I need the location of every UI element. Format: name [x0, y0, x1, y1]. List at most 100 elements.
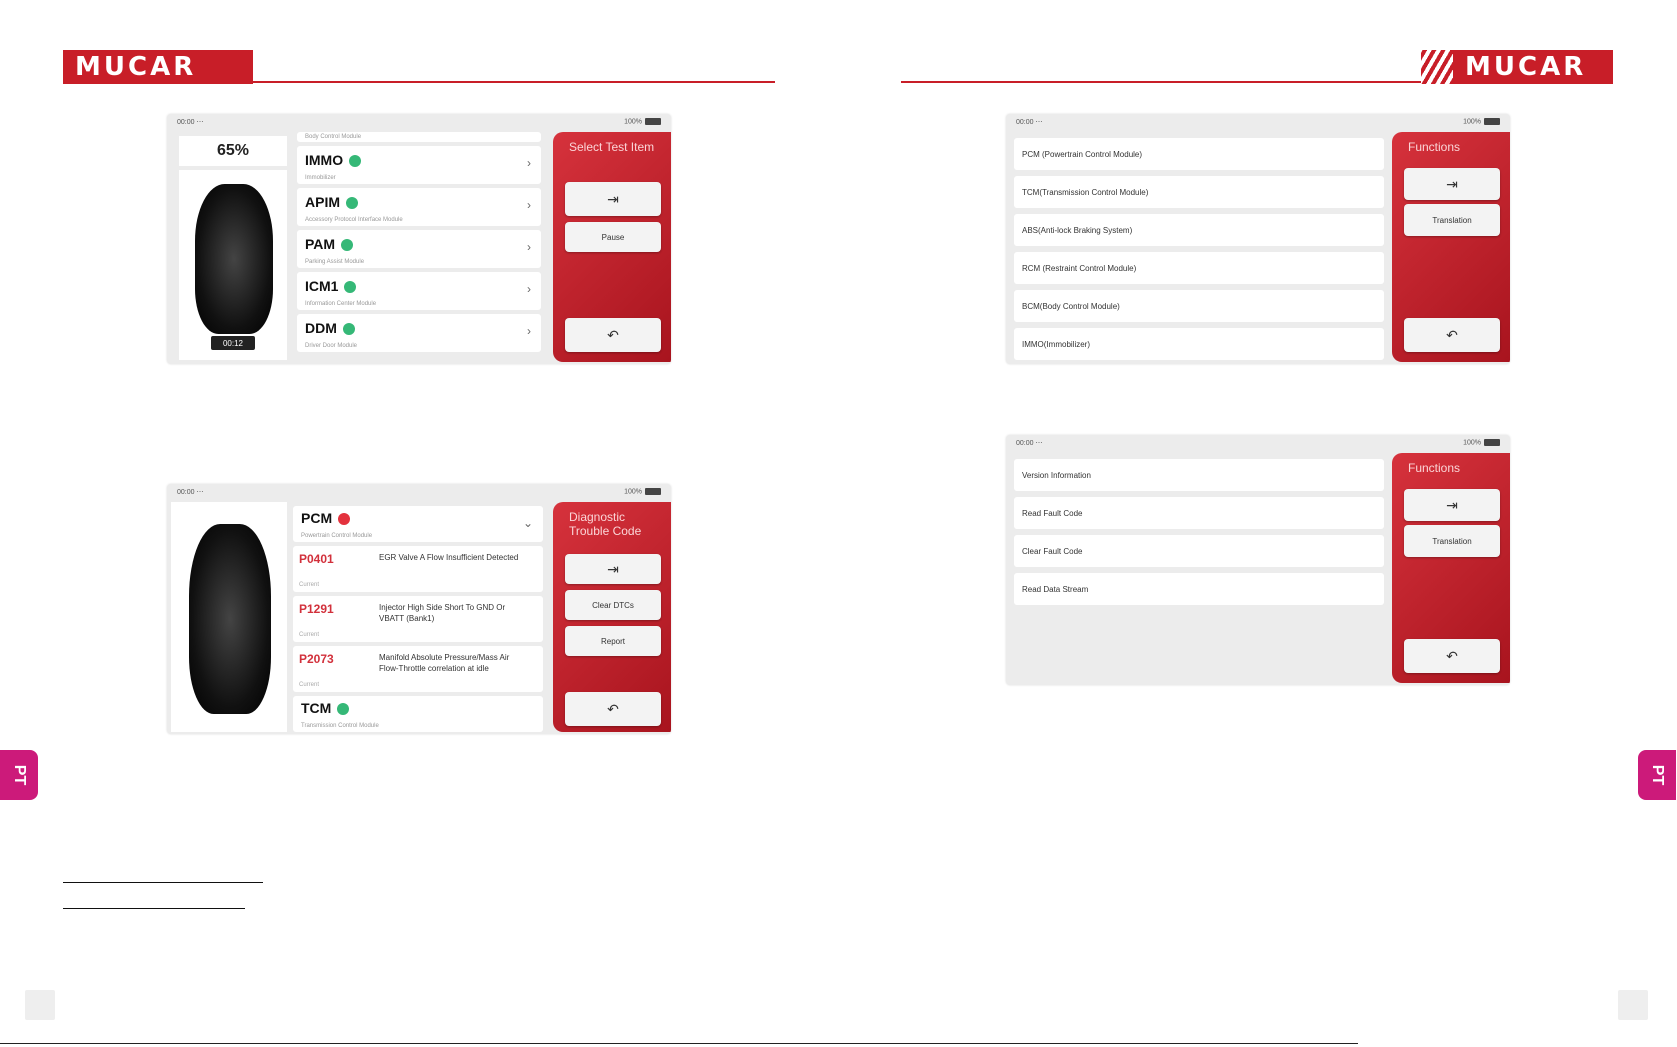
exit-button[interactable]: ⇥ — [1404, 489, 1500, 521]
dtc-description: Manifold Absolute Pressure/Mass Air Flow… — [379, 653, 510, 673]
underline-rule — [63, 908, 245, 909]
dtc-status: Current — [299, 682, 320, 688]
exit-button[interactable]: ⇥ — [565, 182, 661, 216]
dtc-row[interactable]: P0401 Current EGR Valve A Flow Insuffici… — [293, 546, 543, 592]
pause-button[interactable]: Pause — [565, 222, 661, 252]
module-row[interactable]: ICM1 Information Center Module › — [297, 272, 541, 310]
error-status-icon — [338, 513, 351, 526]
exit-button[interactable]: ⇥ — [565, 554, 661, 584]
exit-icon: ⇥ — [607, 560, 619, 577]
list-item-label: RCM (Restraint Control Module) — [1022, 263, 1137, 273]
clear-dtcs-button[interactable]: Clear DTCs — [565, 590, 661, 620]
header: MUCAR — [901, 50, 1613, 84]
list-item[interactable]: ABS(Anti-lock Braking System) — [1014, 214, 1384, 246]
back-button[interactable]: ↶ — [565, 318, 661, 352]
dtc-status: Current — [299, 582, 320, 588]
list-item-label: ABS(Anti-lock Braking System) — [1022, 225, 1133, 235]
module-name: TCM — [301, 700, 350, 716]
action-panel: Diagnostic Trouble Code ⇥ Clear DTCs Rep… — [553, 502, 671, 732]
module-name: APIM — [305, 194, 358, 210]
list-item[interactable]: Read Data Stream — [1014, 573, 1384, 605]
bottom-rule — [838, 1043, 1358, 1044]
module-name: IMMO — [305, 152, 362, 168]
battery-indicator: 100% — [1463, 439, 1500, 446]
module-row[interactable]: APIM Accessory Protocol Interface Module… — [297, 188, 541, 226]
ok-status-icon — [349, 155, 362, 168]
module-sub: Accessory Protocol Interface Module — [305, 217, 403, 223]
battery-icon — [645, 118, 661, 125]
language-tab: PT — [0, 750, 38, 800]
back-icon: ↶ — [607, 700, 619, 717]
dtc-description: EGR Valve A Flow Insufficient Detected — [379, 553, 519, 562]
back-button[interactable]: ↶ — [1404, 639, 1500, 673]
chevron-down-icon: ⌄ — [522, 516, 533, 530]
translation-button[interactable]: Translation — [1404, 525, 1500, 557]
report-button[interactable]: Report — [565, 626, 661, 656]
chevron-right-icon: › — [527, 324, 531, 338]
back-button[interactable]: ↶ — [1404, 318, 1500, 352]
status-bar: 00:00 ⋯ 100% — [1006, 435, 1510, 451]
module-row[interactable]: TCM Transmission Control Module — [293, 696, 543, 732]
exit-icon: ⇥ — [607, 190, 619, 207]
right-page: MUCAR 00:00 ⋯ 100% PCM (Powertrain Contr… — [838, 0, 1676, 1047]
ok-status-icon — [341, 239, 354, 252]
panel-title: Functions — [1408, 461, 1461, 475]
list-item[interactable]: Version Information — [1014, 459, 1384, 491]
dtc-row[interactable]: P2073 Current Manifold Absolute Pressure… — [293, 646, 543, 692]
ok-status-icon — [344, 281, 357, 294]
list-item[interactable]: Read Fault Code — [1014, 497, 1384, 529]
module-sub: Immobilizer — [305, 175, 336, 181]
dtc-description: Injector High Side Short To GND Or VBATT… — [379, 603, 506, 623]
list-item[interactable]: IMMO(Immobilizer) — [1014, 328, 1384, 360]
translation-button[interactable]: Translation — [1404, 204, 1500, 236]
back-icon: ↶ — [607, 326, 619, 343]
ok-status-icon — [346, 197, 358, 210]
battery-icon — [1484, 118, 1500, 125]
dtc-code: P2073 — [299, 652, 334, 666]
progress-box: 65% — [179, 136, 287, 166]
timer-badge: 00:12 — [211, 336, 255, 350]
module-row[interactable]: DDM Driver Door Module › — [297, 314, 541, 352]
status-bar: 00:00 ⋯ 100% — [167, 484, 671, 500]
status-time: 00:00 ⋯ — [177, 119, 204, 126]
language-tab: PT — [1638, 750, 1676, 800]
list-item-label: Read Fault Code — [1022, 508, 1083, 518]
panel-title: Functions — [1408, 140, 1461, 154]
exit-icon: ⇥ — [1446, 175, 1458, 192]
battery-indicator: 100% — [1463, 118, 1500, 125]
module-sub: Transmission Control Module — [301, 723, 379, 729]
screen-functions-options: 00:00 ⋯ 100% Version Information Read Fa… — [1006, 435, 1510, 685]
dtc-row[interactable]: P1291 Current Injector High Side Short T… — [293, 596, 543, 642]
module-name: DDM — [305, 320, 355, 336]
module-row[interactable]: IMMO Immobilizer › — [297, 146, 541, 184]
module-name: ICM1 — [305, 278, 357, 294]
action-panel: Select Test Item ⇥ Pause ↶ — [553, 132, 671, 362]
list-item-top[interactable]: Body Control Module — [297, 132, 541, 142]
module-header-row[interactable]: PCM Powertrain Control Module ⌄ — [293, 506, 543, 542]
list-item-label: Read Data Stream — [1022, 584, 1089, 594]
status-time: 00:00 ⋯ — [177, 489, 204, 496]
module-sub: Body Control Module — [305, 134, 362, 140]
bottom-rule — [0, 1043, 838, 1044]
list-item[interactable]: TCM(Transmission Control Module) — [1014, 176, 1384, 208]
list-item[interactable]: PCM (Powertrain Control Module) — [1014, 138, 1384, 170]
module-sub: Parking Assist Module — [305, 259, 365, 265]
brand-logo: MUCAR — [1453, 50, 1613, 84]
car-image — [189, 524, 271, 714]
action-panel: Functions ⇥ Translation ↶ — [1392, 132, 1510, 362]
list-item[interactable]: RCM (Restraint Control Module) — [1014, 252, 1384, 284]
panel-title: Diagnostic Trouble Code — [569, 510, 642, 538]
back-button[interactable]: ↶ — [565, 692, 661, 726]
screen-diagnostic-trouble-code: 00:00 ⋯ 100% PCM Powertrain Control Modu… — [167, 484, 671, 734]
battery-indicator: 100% — [624, 118, 661, 125]
chevron-right-icon: › — [527, 198, 531, 212]
exit-button[interactable]: ⇥ — [1404, 168, 1500, 200]
battery-icon — [645, 488, 661, 495]
dtc-code: P1291 — [299, 602, 334, 616]
list-item[interactable]: BCM(Body Control Module) — [1014, 290, 1384, 322]
module-row[interactable]: PAM Parking Assist Module › — [297, 230, 541, 268]
page-number-box — [25, 990, 55, 1020]
left-page: MUCAR 00:00 ⋯ 100% 65% 00:12 Body Contro… — [0, 0, 838, 1047]
exit-icon: ⇥ — [1446, 496, 1458, 513]
list-item[interactable]: Clear Fault Code — [1014, 535, 1384, 567]
